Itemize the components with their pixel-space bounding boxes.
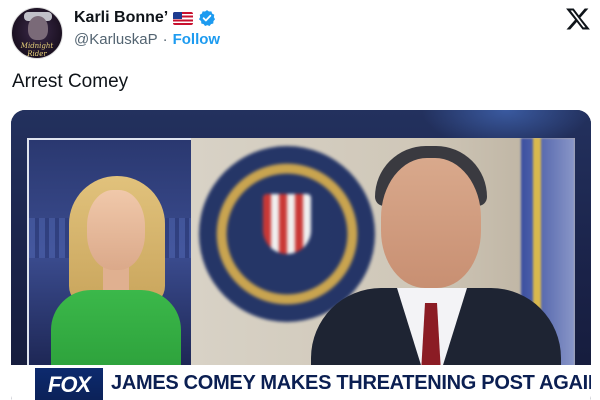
author-name-row: Karli Bonne’ (74, 8, 216, 28)
host-panel-image (27, 138, 197, 370)
author-handle[interactable]: @KarluskaP (74, 31, 158, 48)
subject-panel-image (191, 138, 575, 370)
x-logo-icon[interactable] (565, 6, 591, 32)
tweet-text: Arrest Comey (12, 71, 129, 92)
network-logo: FOX (35, 368, 103, 400)
author-handle-row: @KarluskaP · Follow (74, 31, 220, 48)
network-logo-text: FOX (47, 372, 91, 397)
avatar-figure-shape (28, 16, 48, 40)
follow-button[interactable]: Follow (173, 31, 221, 48)
chyron-headline: JAMES COMEY MAKES THREATENING POST AGAIN… (111, 372, 591, 394)
handle-separator: · (162, 31, 168, 48)
us-flag-icon (173, 11, 194, 25)
author-display-name[interactable]: Karli Bonne’ (74, 9, 168, 27)
tweet-media-video[interactable]: FOX JAMES COMEY MAKES THREATENING POST A… (11, 110, 591, 400)
avatar-text: Midnight Rider (20, 42, 54, 58)
verified-badge-icon[interactable] (198, 9, 216, 27)
author-avatar[interactable]: Midnight Rider (11, 7, 63, 59)
